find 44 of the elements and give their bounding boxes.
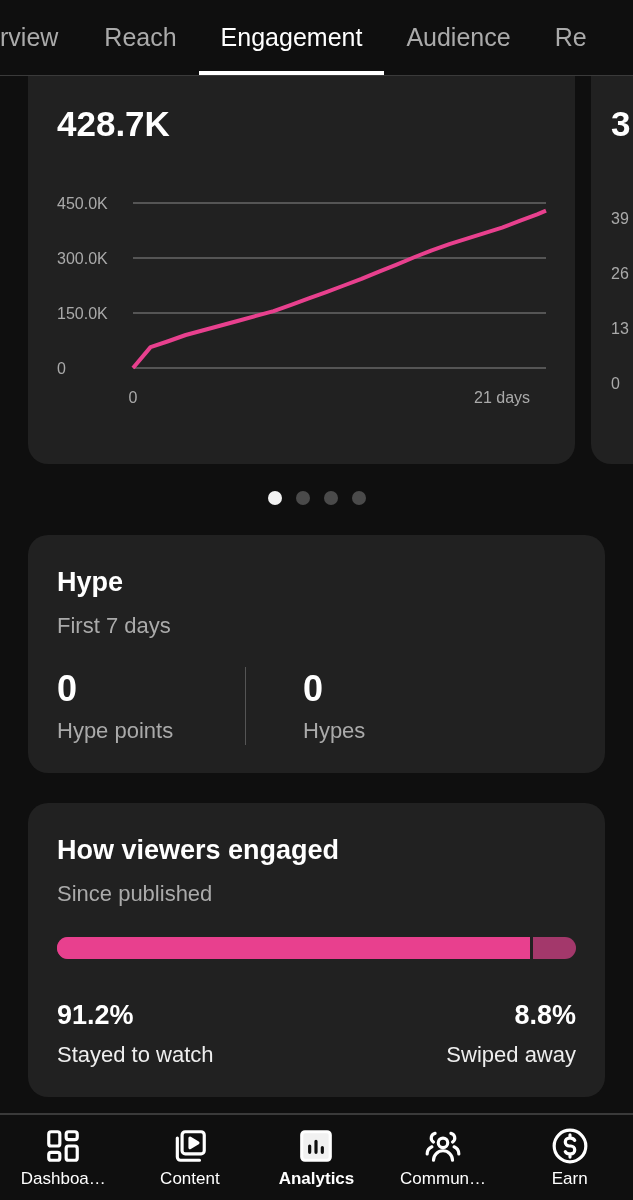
page-dot[interactable] [267, 491, 282, 505]
tab[interactable]: Engagement [198, 0, 385, 75]
card-subtitle: First 7 days [57, 613, 172, 639]
nav-item[interactable]: Content [126, 1115, 254, 1200]
page-dot[interactable] [351, 491, 366, 505]
y-axis-label: 13 [611, 320, 630, 338]
nav-label: Content [160, 1168, 220, 1189]
y-axis-label: 39 [611, 210, 630, 228]
nav-label: Commun… [400, 1168, 487, 1189]
page-dot[interactable] [323, 491, 338, 505]
dollar-icon [550, 1126, 589, 1165]
nav-item[interactable]: Dashboa… [0, 1115, 127, 1200]
card-title: How viewers engaged [57, 834, 341, 867]
y-axis-label: 0 [611, 375, 621, 393]
y-axis-label: 0 [57, 360, 66, 377]
tab[interactable]: Reach [82, 0, 199, 75]
y-axis-label: 150.0K [57, 305, 108, 322]
nav-label: Earn [551, 1168, 588, 1189]
y-axis-label: 450.0K [57, 195, 108, 212]
stat-label: Hype points [57, 717, 175, 745]
nav-label: Analytics [278, 1168, 355, 1189]
y-axis-label: 300.0K [57, 250, 108, 267]
nav-item[interactable]: Commun… [379, 1115, 507, 1200]
card-subtitle: Since published [57, 881, 214, 907]
card-title: Hype [57, 566, 125, 599]
x-axis-label: 21 days [474, 389, 531, 406]
percent-value: 8.8% [514, 999, 576, 1031]
x-axis-label: 0 [128, 389, 138, 406]
nav-item[interactable]: Earn [506, 1115, 633, 1200]
stat-value: 0 [57, 667, 79, 711]
metric-value: 3 [611, 104, 632, 144]
percent-value: 91.2% [57, 999, 134, 1031]
percent-label: Stayed to watch [57, 1041, 214, 1069]
metric-value: 428.7K [57, 104, 171, 144]
nav-item[interactable]: Analytics [253, 1115, 380, 1200]
stat-value: 0 [303, 667, 325, 711]
tab[interactable]: rview [0, 0, 59, 75]
tab[interactable]: Audience [384, 0, 533, 75]
stat-label: Hypes [303, 717, 367, 745]
page-dot[interactable] [295, 491, 310, 505]
tab[interactable]: Re [532, 0, 609, 75]
y-axis-label: 26 [611, 265, 630, 283]
nav-label: Dashboa… [20, 1168, 106, 1189]
percent-label: Swiped away [446, 1041, 576, 1069]
